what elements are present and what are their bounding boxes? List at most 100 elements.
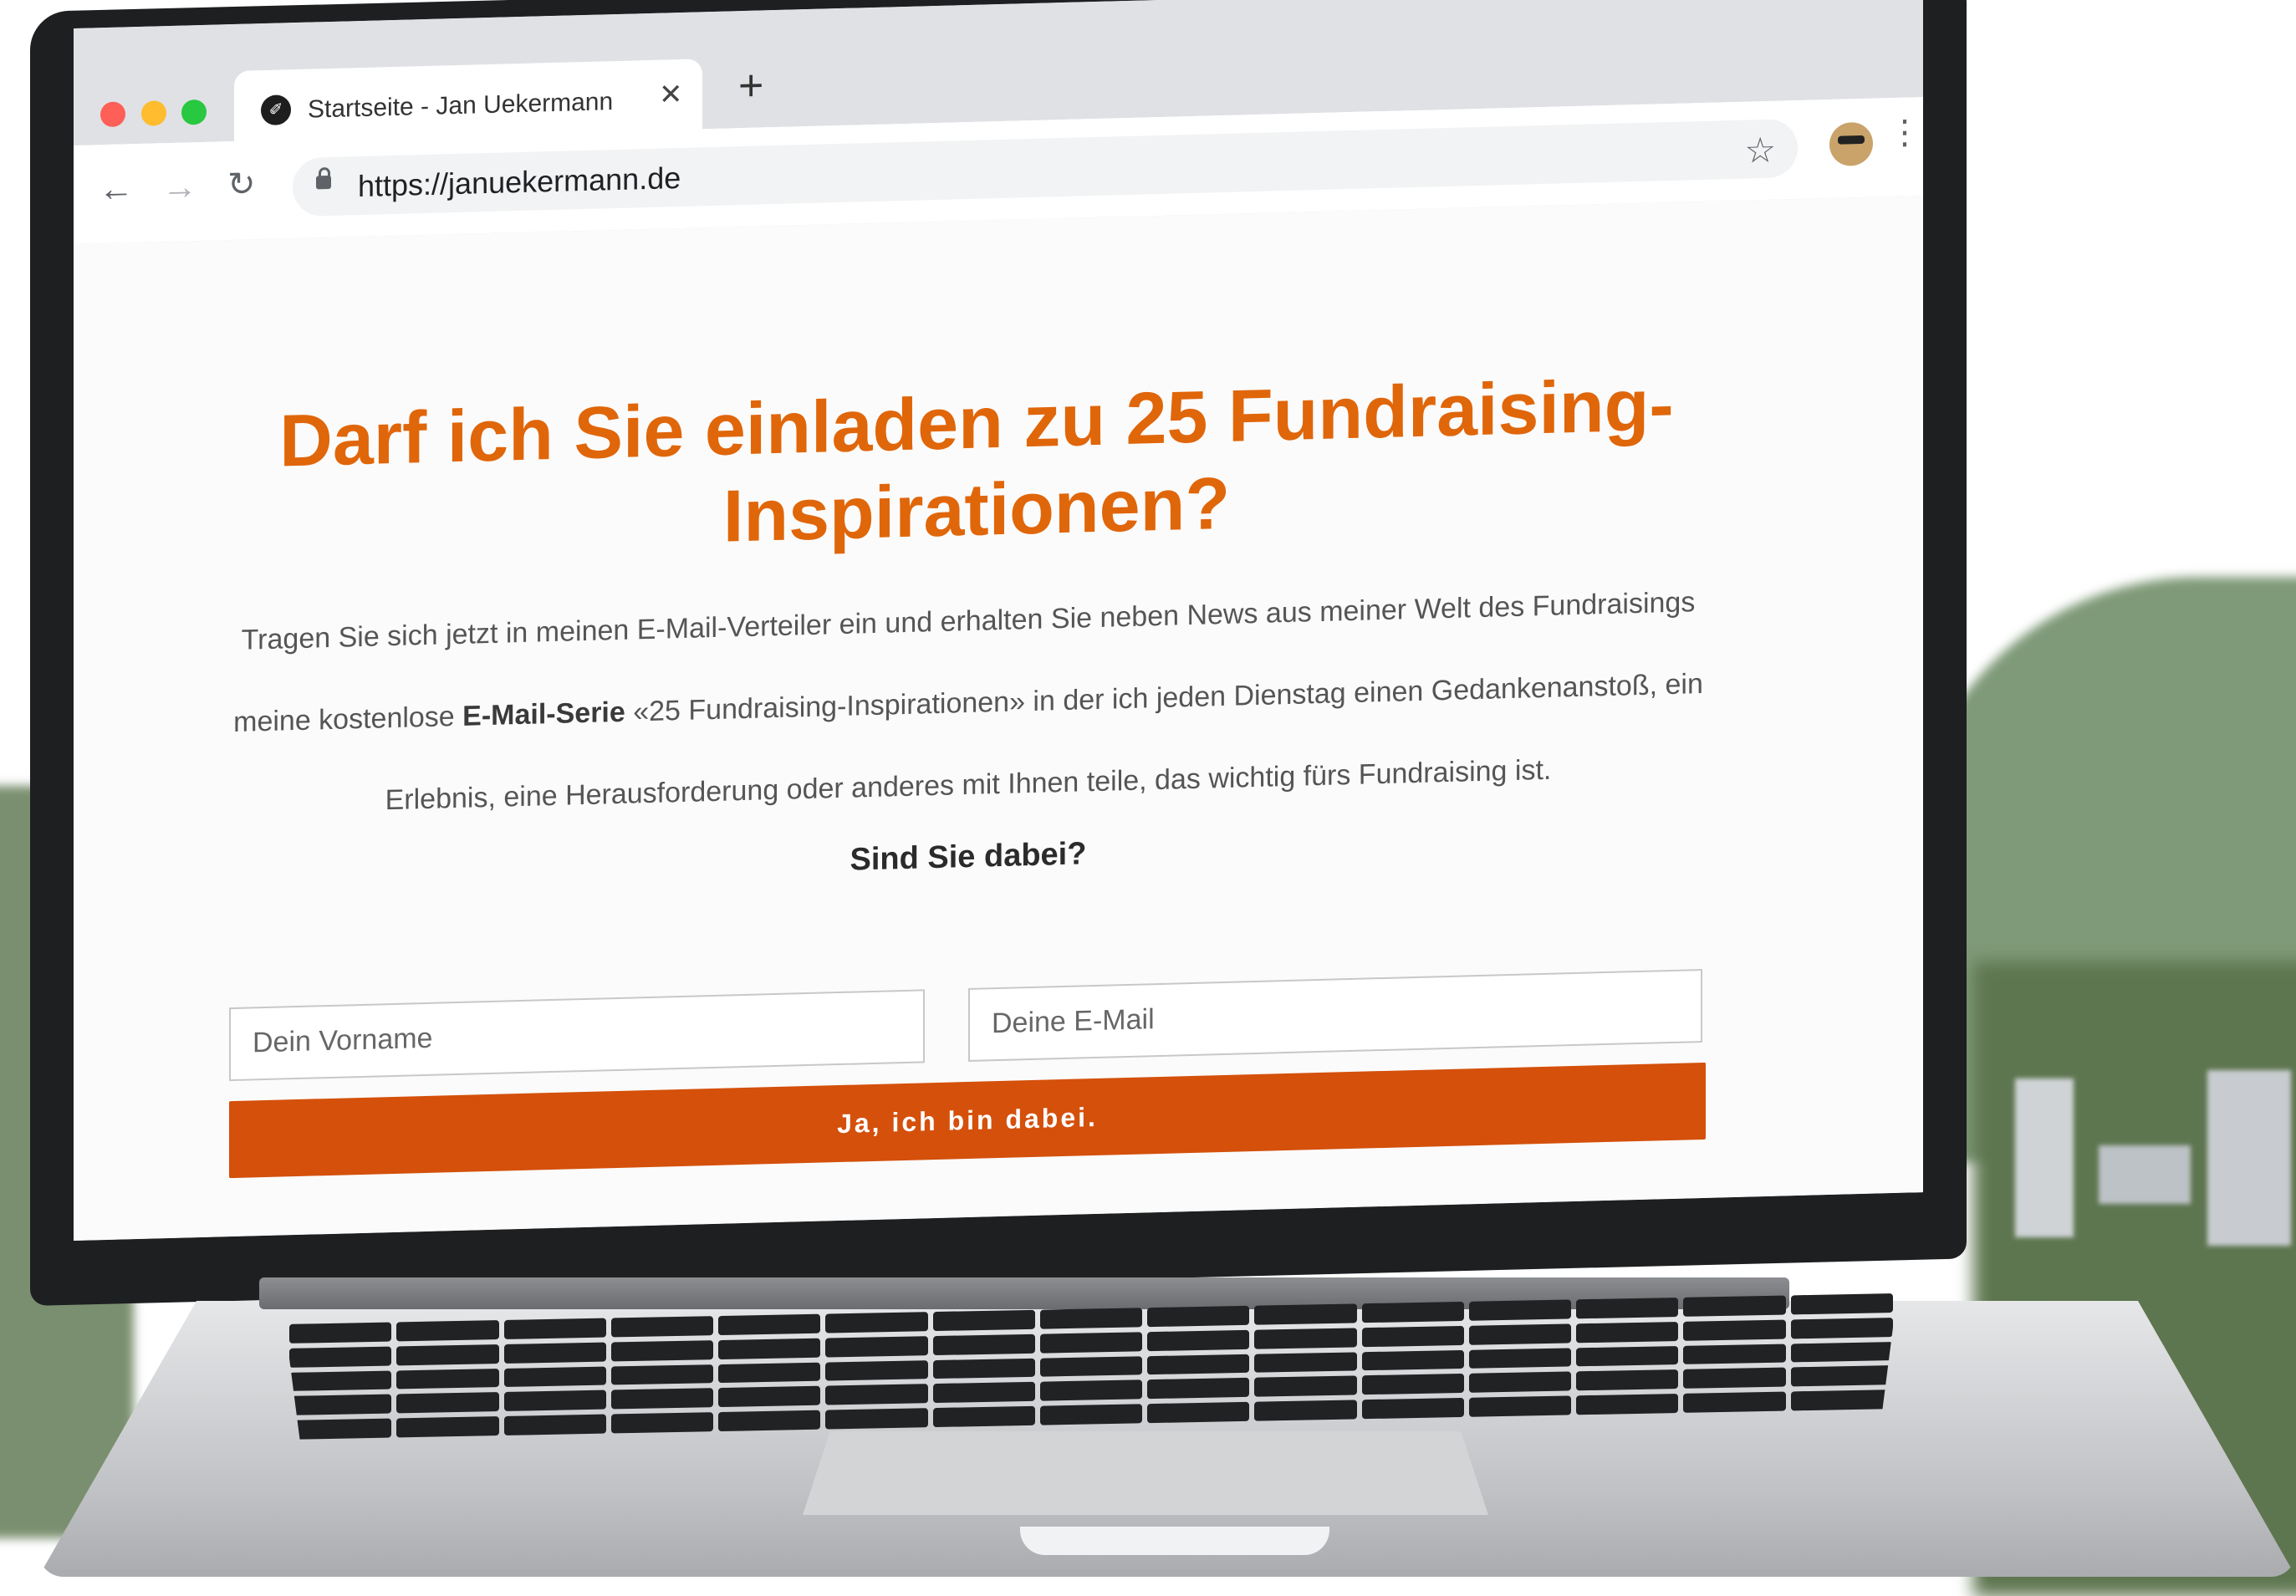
keyboard-key — [504, 1366, 606, 1387]
keyboard-key — [1469, 1299, 1571, 1320]
close-window-button[interactable] — [100, 101, 125, 128]
keyboard-key — [289, 1346, 391, 1367]
keyboard-key — [289, 1370, 391, 1391]
keyboard-key — [504, 1318, 606, 1339]
forward-arrow-icon[interactable]: → — [162, 166, 197, 207]
keyboard-key — [1362, 1398, 1464, 1419]
reload-icon[interactable]: ↻ — [227, 166, 256, 203]
keyboard-key — [825, 1384, 927, 1405]
keyboard-key — [825, 1360, 927, 1381]
lead-text-part2: «25 Fundraising-Inspirationen» in der ic… — [385, 667, 1703, 817]
keyboard-key — [1576, 1346, 1678, 1367]
keyboard-key — [1469, 1348, 1571, 1369]
browser-menu-icon[interactable]: ⋮ — [1888, 114, 1921, 151]
keyboard-key — [1040, 1356, 1142, 1377]
keyboard-key — [1576, 1322, 1678, 1343]
keyboard-key — [1791, 1389, 1893, 1410]
keyboard-key — [1147, 1402, 1249, 1423]
keyboard-key — [504, 1390, 606, 1411]
site-favicon-icon: ✐ — [261, 94, 291, 126]
keyboard-key — [1147, 1378, 1249, 1399]
keyboard-key — [933, 1406, 1035, 1427]
keyboard-key — [1683, 1296, 1785, 1317]
keyboard-key — [396, 1344, 498, 1365]
keyboard-key — [289, 1323, 391, 1344]
keyboard-key — [1576, 1394, 1678, 1415]
browser-window: ✐ Startseite - Jan Uekermann ✕ + ← → ↻ h… — [74, 0, 1923, 1241]
keyboard-key — [1576, 1298, 1678, 1318]
keyboard-key — [289, 1419, 391, 1440]
keyboard-key — [396, 1320, 498, 1341]
keyboard-key — [611, 1340, 713, 1361]
keyboard-key — [1576, 1369, 1678, 1390]
keyboard-key — [1254, 1352, 1356, 1373]
keyboard-key — [1362, 1374, 1464, 1395]
keyboard-key — [1791, 1365, 1893, 1386]
url-text[interactable]: https://januekermann.de — [358, 161, 681, 204]
keyboard-key — [1683, 1392, 1785, 1413]
keyboard-key — [933, 1310, 1035, 1331]
tab-title: Startseite - Jan Uekermann — [308, 88, 614, 124]
keyboard-key — [1791, 1318, 1893, 1338]
maximize-window-button[interactable] — [181, 99, 207, 125]
lead-paragraph: Tragen Sie sich jetzt in meinen E-Mail-V… — [207, 560, 1729, 846]
building — [2207, 1070, 2291, 1246]
close-tab-icon[interactable]: ✕ — [659, 78, 683, 112]
keyboard-key — [718, 1314, 820, 1335]
minimize-window-button[interactable] — [141, 100, 166, 126]
keyboard-key — [396, 1392, 498, 1413]
keyboard-key — [1362, 1326, 1464, 1347]
building — [2099, 1145, 2191, 1204]
keyboard-key — [611, 1389, 713, 1410]
keyboard-key — [1362, 1302, 1464, 1323]
lead-text-bold: E-Mail-Serie — [462, 696, 625, 732]
keyboard-key — [1040, 1308, 1142, 1328]
subscribe-button[interactable]: Ja, ich bin dabei. — [229, 1062, 1706, 1179]
keyboard-key — [718, 1410, 820, 1431]
keyboard-key — [1040, 1380, 1142, 1401]
keyboard-key — [504, 1415, 606, 1435]
building — [2015, 1078, 2074, 1237]
keyboard-key — [825, 1336, 927, 1357]
keyboard-key — [1147, 1306, 1249, 1327]
keyboard-key — [825, 1312, 927, 1333]
keyboard-key — [504, 1342, 606, 1363]
keyboard-key — [396, 1416, 498, 1437]
laptop-notch — [1020, 1527, 1329, 1555]
keyboard-key — [1254, 1400, 1356, 1421]
keyboard-key — [611, 1364, 713, 1385]
keyboard-key — [611, 1412, 713, 1433]
address-bar[interactable]: https://januekermann.de ☆ — [293, 119, 1798, 217]
keyboard-key — [1040, 1332, 1142, 1353]
keyboard-key — [1469, 1396, 1571, 1417]
new-tab-button[interactable]: + — [738, 60, 763, 111]
keyboard-key — [825, 1408, 927, 1429]
keyboard-key — [1147, 1330, 1249, 1351]
keyboard-key — [1469, 1323, 1571, 1344]
bookmark-star-icon[interactable]: ☆ — [1744, 130, 1776, 171]
keyboard-key — [1147, 1354, 1249, 1374]
keyboard-key — [933, 1382, 1035, 1403]
laptop-trackpad — [803, 1431, 1488, 1515]
firstname-input[interactable]: Dein Vorname — [229, 989, 925, 1082]
keyboard-key — [396, 1369, 498, 1389]
keyboard-key — [1254, 1328, 1356, 1349]
profile-avatar[interactable] — [1829, 121, 1873, 167]
keyboard-key — [1254, 1303, 1356, 1324]
keyboard-key — [718, 1338, 820, 1359]
keyboard-key — [1683, 1344, 1785, 1364]
keyboard-key — [1791, 1293, 1893, 1314]
keyboard-key — [1254, 1376, 1356, 1397]
keyboard-key — [718, 1386, 820, 1407]
keyboard-key — [933, 1334, 1035, 1355]
keyboard-key — [611, 1316, 713, 1337]
keyboard-key — [1040, 1404, 1142, 1425]
page-content: Darf ich Sie einladen zu 25 Fundraising-… — [74, 196, 1923, 1241]
keyboard-key — [1683, 1319, 1785, 1340]
keyboard-key — [289, 1395, 391, 1415]
keyboard-key — [933, 1358, 1035, 1379]
email-input[interactable]: Deine E-Mail — [968, 968, 1702, 1062]
lock-icon[interactable] — [316, 175, 331, 190]
keyboard-key — [1791, 1342, 1893, 1363]
back-arrow-icon[interactable]: ← — [99, 168, 134, 208]
